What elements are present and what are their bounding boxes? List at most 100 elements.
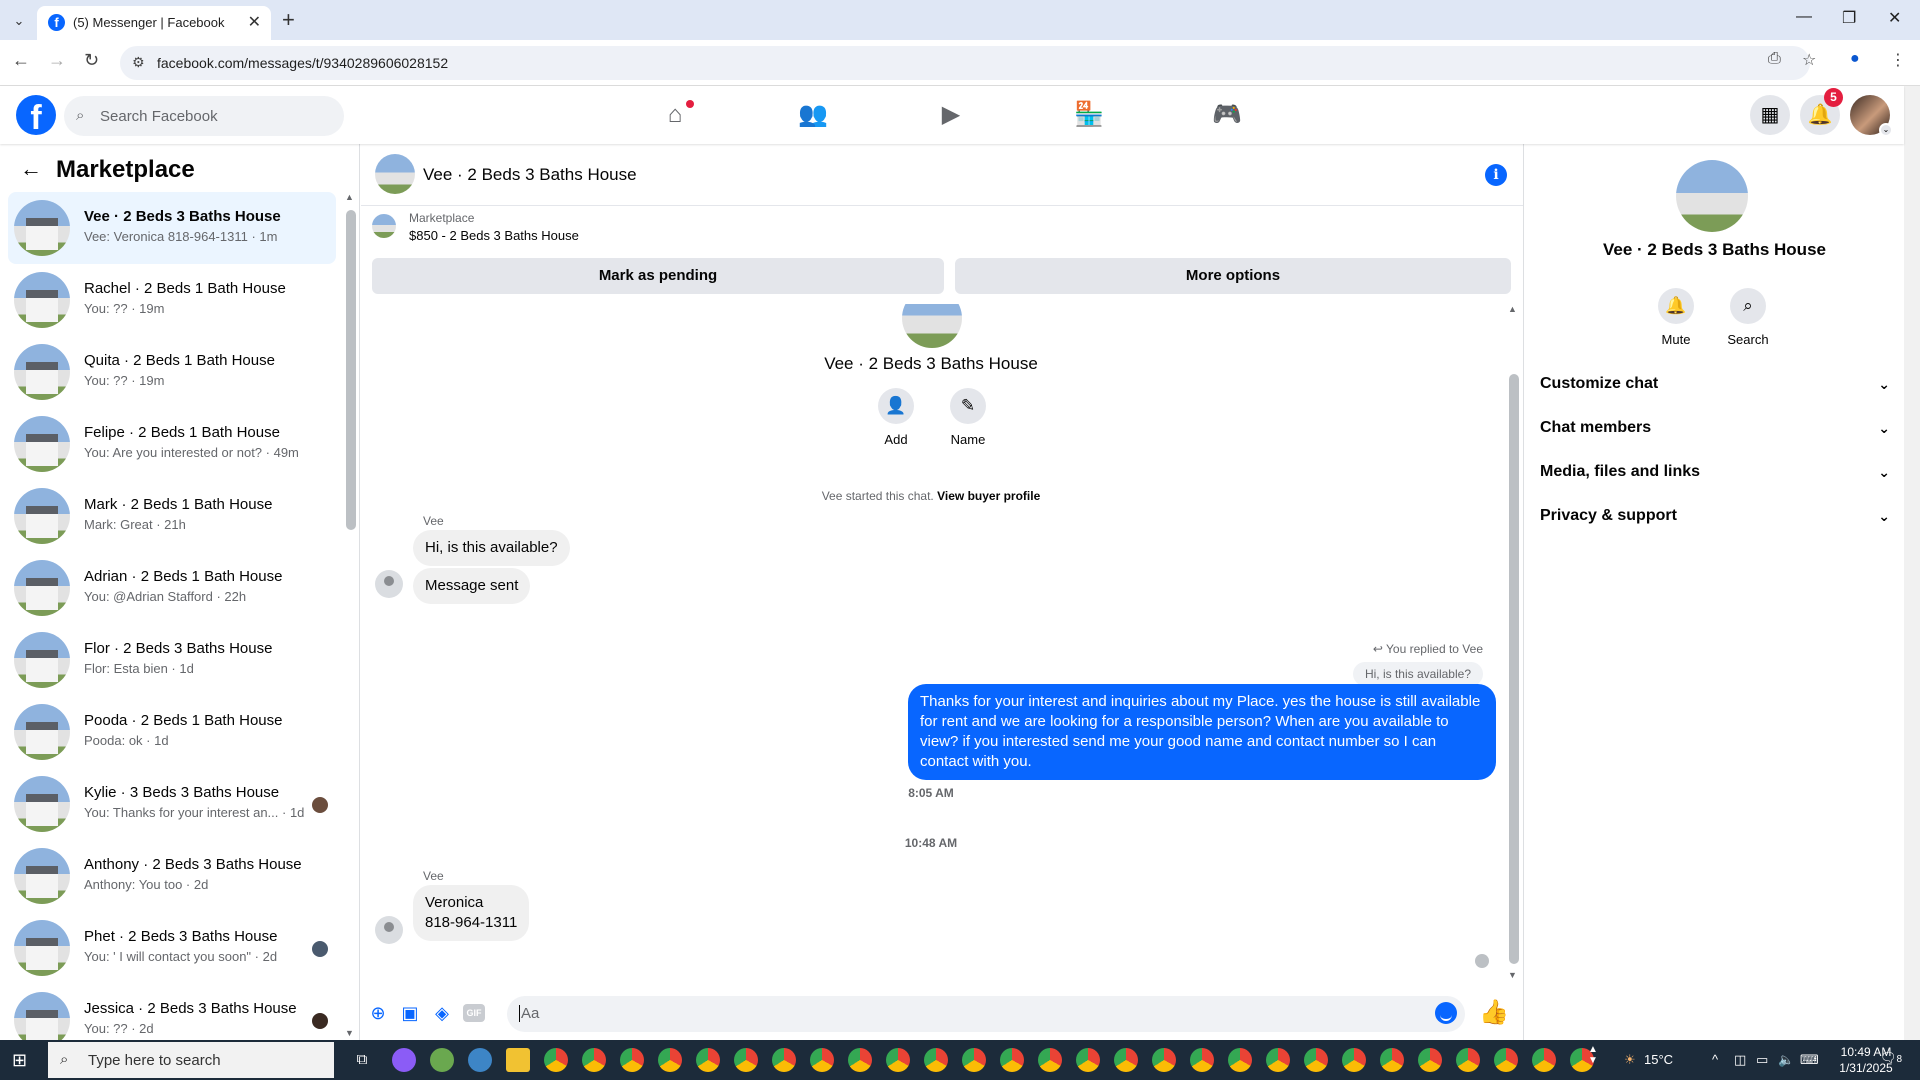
conversation-item[interactable]: Vee · 2 Beds 3 Baths House Vee: Veronica … [8, 192, 336, 264]
taskbar-scroll-icon[interactable]: ▲ ▼ [1588, 1044, 1598, 1066]
conversation-item[interactable]: Adrian · 2 Beds 1 Bath House You: @Adrian… [8, 552, 336, 624]
quoted-message[interactable]: Hi, is this available? [1352, 662, 1483, 686]
chrome-icon[interactable] [734, 1048, 758, 1072]
taskbar-search-input[interactable]: ⌕ Type here to search [48, 1042, 334, 1078]
taskbar-app-icon[interactable] [430, 1048, 454, 1072]
add-people-button[interactable]: 👤 Add [866, 388, 926, 447]
menu-grid-icon[interactable]: ▦ [1750, 95, 1790, 135]
chrome-icon[interactable] [1228, 1048, 1252, 1072]
chrome-icon[interactable] [1418, 1048, 1442, 1072]
network-icon[interactable]: ▭ [1756, 1052, 1768, 1068]
back-arrow-icon[interactable]: ← [20, 156, 42, 182]
view-buyer-profile-link[interactable]: View buyer profile [937, 489, 1040, 503]
chrome-icon[interactable] [1494, 1048, 1518, 1072]
back-icon[interactable]: ← [12, 50, 30, 71]
name-chat-button[interactable]: ✎ Name [938, 388, 998, 447]
chat-scrollbar[interactable]: ▲ ▼ [1507, 304, 1519, 980]
chrome-icon[interactable] [924, 1048, 948, 1072]
sticker-icon[interactable]: ◈ [431, 1002, 453, 1024]
conversation-item[interactable]: Quita · 2 Beds 1 Bath House You: ?? · 19m [8, 336, 336, 408]
gaming-icon[interactable]: 🎮 [1212, 100, 1242, 130]
info-icon[interactable]: i [1485, 164, 1507, 186]
install-app-icon[interactable]: ⎙ [1768, 50, 1781, 68]
chat-title[interactable]: Vee · 2 Beds 3 Baths House [423, 165, 637, 185]
emoji-icon[interactable] [1435, 1002, 1457, 1024]
privacy-support-section[interactable]: Privacy & support ⌄ [1540, 498, 1890, 534]
chrome-icon[interactable] [1456, 1048, 1480, 1072]
conversation-item[interactable]: Rachel · 2 Beds 1 Bath House You: ?? · 19… [8, 264, 336, 336]
conversation-item[interactable]: Felipe · 2 Beds 1 Bath House You: Are you… [8, 408, 336, 480]
omnibox[interactable]: ⚙ facebook.com/messages/t/93402896060281… [120, 46, 1810, 80]
chrome-icon[interactable] [962, 1048, 986, 1072]
reload-icon[interactable]: ↻ [84, 50, 99, 71]
tab-close-icon[interactable]: ✕ [248, 12, 261, 32]
taskbar-app-icon[interactable] [468, 1048, 492, 1072]
chrome-icon[interactable] [544, 1048, 568, 1072]
scrollbar-thumb[interactable] [1509, 374, 1519, 964]
customize-chat-section[interactable]: Customize chat ⌄ [1540, 366, 1890, 402]
conversation-item[interactable]: Pooda · 2 Beds 1 Bath House Pooda: ok · 1… [8, 696, 336, 768]
chrome-icon[interactable] [1380, 1048, 1404, 1072]
chrome-icon[interactable] [1266, 1048, 1290, 1072]
scroll-down-icon[interactable]: ▼ [1508, 970, 1517, 980]
more-options-button[interactable]: More options [955, 258, 1511, 294]
conversation-item[interactable]: Mark · 2 Beds 1 Bath House Mark: Great · … [8, 480, 336, 552]
forward-icon[interactable]: → [48, 50, 66, 71]
restore-icon[interactable]: ❐ [1842, 8, 1856, 28]
chrome-icon[interactable] [1152, 1048, 1176, 1072]
chrome-icon[interactable] [696, 1048, 720, 1072]
message-input[interactable]: Aa [507, 996, 1465, 1032]
chat-avatar[interactable] [375, 154, 415, 194]
windows-start-icon[interactable]: ⊞ [12, 1050, 27, 1071]
plus-circle-icon[interactable]: ⊕ [367, 1002, 389, 1024]
facebook-search-input[interactable]: ⌕ Search Facebook [64, 96, 344, 136]
chrome-icon[interactable] [1000, 1048, 1024, 1072]
thumbs-up-icon[interactable]: 👍 [1479, 998, 1509, 1027]
scrollbar-thumb[interactable] [346, 210, 356, 530]
minimize-icon[interactable]: — [1796, 8, 1812, 26]
conversation-item[interactable]: Phet · 2 Beds 3 Baths House You: ' I will… [8, 912, 336, 984]
browser-menu-icon[interactable]: ⋮ [1890, 50, 1906, 70]
page-scrollbar[interactable] [1904, 86, 1920, 1040]
mark-as-pending-button[interactable]: Mark as pending [372, 258, 944, 294]
search-in-chat-button[interactable]: ⌕ Search [1718, 288, 1778, 347]
chrome-icon[interactable] [1076, 1048, 1100, 1072]
taskbar-app-icon[interactable] [392, 1048, 416, 1072]
browser-tab[interactable]: f (5) Messenger | Facebook ✕ [37, 6, 271, 40]
incoming-message[interactable]: Hi, is this available? [413, 530, 570, 566]
chrome-icon[interactable] [886, 1048, 910, 1072]
facebook-logo-icon[interactable]: f [16, 95, 56, 135]
sidebar-scrollbar[interactable]: ▲ ▼ [344, 192, 356, 1038]
chrome-icon[interactable] [582, 1048, 606, 1072]
language-icon[interactable]: ⌨ [1800, 1052, 1819, 1068]
profile-icon[interactable]: ● [1850, 50, 1860, 68]
mute-button[interactable]: 🔔 Mute [1646, 288, 1706, 347]
chrome-icon[interactable] [1342, 1048, 1366, 1072]
window-close-icon[interactable]: ✕ [1888, 8, 1901, 28]
site-info-icon[interactable]: ⚙ [132, 54, 145, 71]
friends-icon[interactable]: 👥 [798, 100, 828, 130]
notification-center-icon[interactable]: 🗨8 [1880, 1050, 1902, 1066]
chrome-icon[interactable] [1114, 1048, 1138, 1072]
marketplace-listing-bar[interactable]: Marketplace $850 - 2 Beds 3 Baths House [361, 206, 1523, 248]
incoming-message[interactable]: Message sent [413, 568, 531, 604]
conversation-item[interactable]: Flor · 2 Beds 3 Baths House Flor: Esta bi… [8, 624, 336, 696]
tray-chevron-icon[interactable]: ^ [1712, 1052, 1718, 1067]
chrome-icon[interactable] [810, 1048, 834, 1072]
marketplace-icon[interactable]: 🏪 [1074, 100, 1104, 130]
chrome-icon[interactable] [1190, 1048, 1214, 1072]
file-explorer-icon[interactable] [506, 1048, 530, 1072]
tab-search-chevron-icon[interactable]: ⌄ [8, 10, 30, 32]
temperature-text[interactable]: 15°C [1644, 1052, 1673, 1067]
conversation-item[interactable]: Kylie · 3 Beds 3 Baths House You: Thanks … [8, 768, 336, 840]
gif-icon[interactable]: GIF [463, 1004, 485, 1022]
chrome-icon[interactable] [1532, 1048, 1556, 1072]
scroll-up-icon[interactable]: ▲ [345, 192, 354, 202]
chrome-icon[interactable] [848, 1048, 872, 1072]
volume-icon[interactable]: 🔈 [1778, 1052, 1794, 1068]
task-view-icon[interactable]: ⧉ [350, 1048, 374, 1072]
account-avatar[interactable]: ⌄ [1850, 95, 1893, 137]
chat-members-section[interactable]: Chat members ⌄ [1540, 410, 1890, 446]
chrome-icon[interactable] [658, 1048, 682, 1072]
chrome-icon[interactable] [1304, 1048, 1328, 1072]
